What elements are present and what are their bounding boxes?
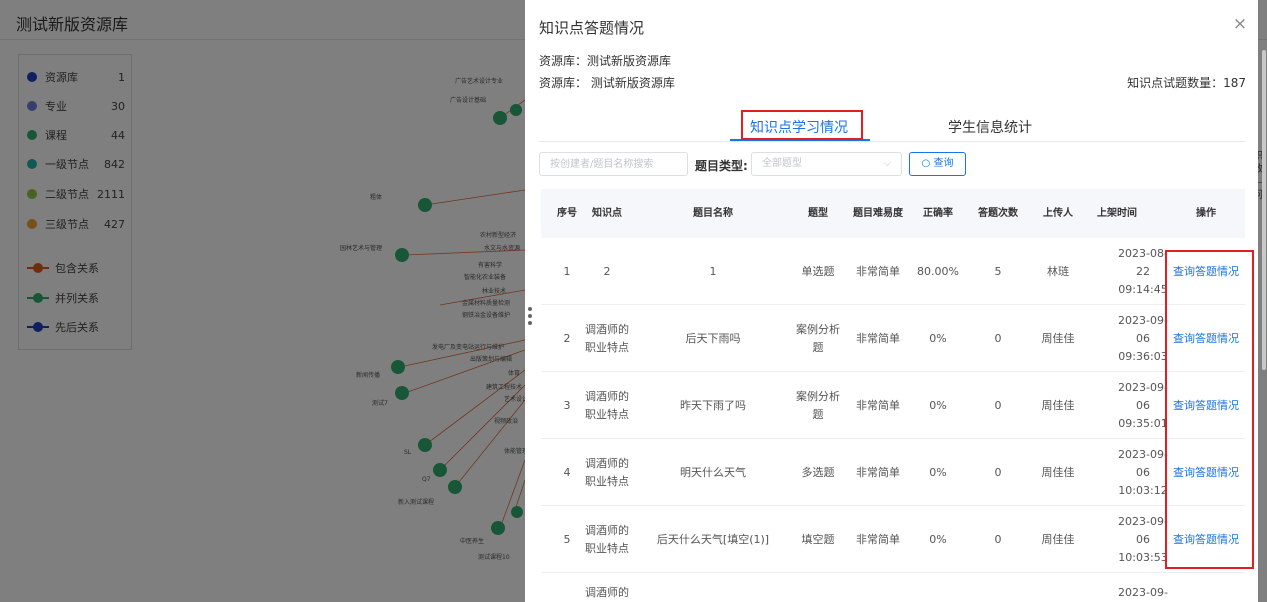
question-type-select[interactable]: 全部题型 ⌵ xyxy=(751,152,902,176)
query-button[interactable]: ○ 查询 xyxy=(909,152,966,176)
highlight-box-tab xyxy=(741,110,863,140)
col-type: 题型 xyxy=(808,207,828,219)
table-row: 4 调酒师的职业特点 明天什么天气 多选题 非常简单 0% 0 周佳佳 2023… xyxy=(541,439,1245,506)
question-count: 知识点试题数量：187 xyxy=(1127,76,1246,90)
col-name: 题目名称 xyxy=(693,207,733,219)
highlight-box-actions xyxy=(1165,250,1254,569)
tab-student-stats[interactable]: 学生信息统计 xyxy=(948,117,1032,137)
resource-lib-info-2: 资源库： 测试新版资源库 xyxy=(539,76,675,90)
col-accuracy: 正确率 xyxy=(923,207,953,219)
table-row: 1 2 1 单选题 非常简单 80.00% 5 林琏 2023-08-22 09… xyxy=(541,238,1245,305)
col-point: 知识点 xyxy=(592,207,622,219)
col-difficulty: 题目难易度 xyxy=(853,207,903,219)
table-row: 2 调酒师的职业特点 后天下雨吗 案例分析题 非常简单 0% 0 周佳佳 202… xyxy=(541,305,1245,372)
col-action: 操作 xyxy=(1196,207,1216,219)
col-uploader: 上传人 xyxy=(1043,207,1073,219)
question-type-label: 题目类型: xyxy=(695,159,748,173)
drawer-tabs: 知识点学习情况 学生信息统计 xyxy=(539,110,1245,142)
scrollbar[interactable] xyxy=(1262,50,1266,370)
search-input[interactable] xyxy=(539,152,688,176)
drawer-title: 知识点答题情况 xyxy=(539,19,645,37)
search-icon: ○ xyxy=(921,158,934,169)
table-row: 5 调酒师的职业特点 后天什么天气[填空(1)] 填空题 非常简单 0% 0 周… xyxy=(541,506,1245,573)
knowledge-answer-drawer: 知识点答题情况 × 资源库：测试新版资源库 资源库： 测试新版资源库 知识点试题… xyxy=(525,0,1258,602)
close-icon[interactable]: × xyxy=(1230,14,1250,34)
table-row: 调酒师的 2023-09- xyxy=(585,586,1168,599)
col-time: 上架时间 xyxy=(1097,207,1137,219)
drawer-drag-handle[interactable] xyxy=(525,302,535,330)
col-answers: 答题次数 xyxy=(978,207,1018,219)
resource-lib-info: 资源库：测试新版资源库 xyxy=(539,54,672,68)
table-row: 3 调酒师的职业特点 昨天下雨了吗 案例分析题 非常简单 0% 0 周佳佳 20… xyxy=(541,372,1245,439)
table-header: 序号 知识点 题目名称 题型 题目难易度 正确率 答题次数 上传人 上架时间 操… xyxy=(541,189,1245,238)
chevron-down-icon: ⌵ xyxy=(883,158,891,169)
